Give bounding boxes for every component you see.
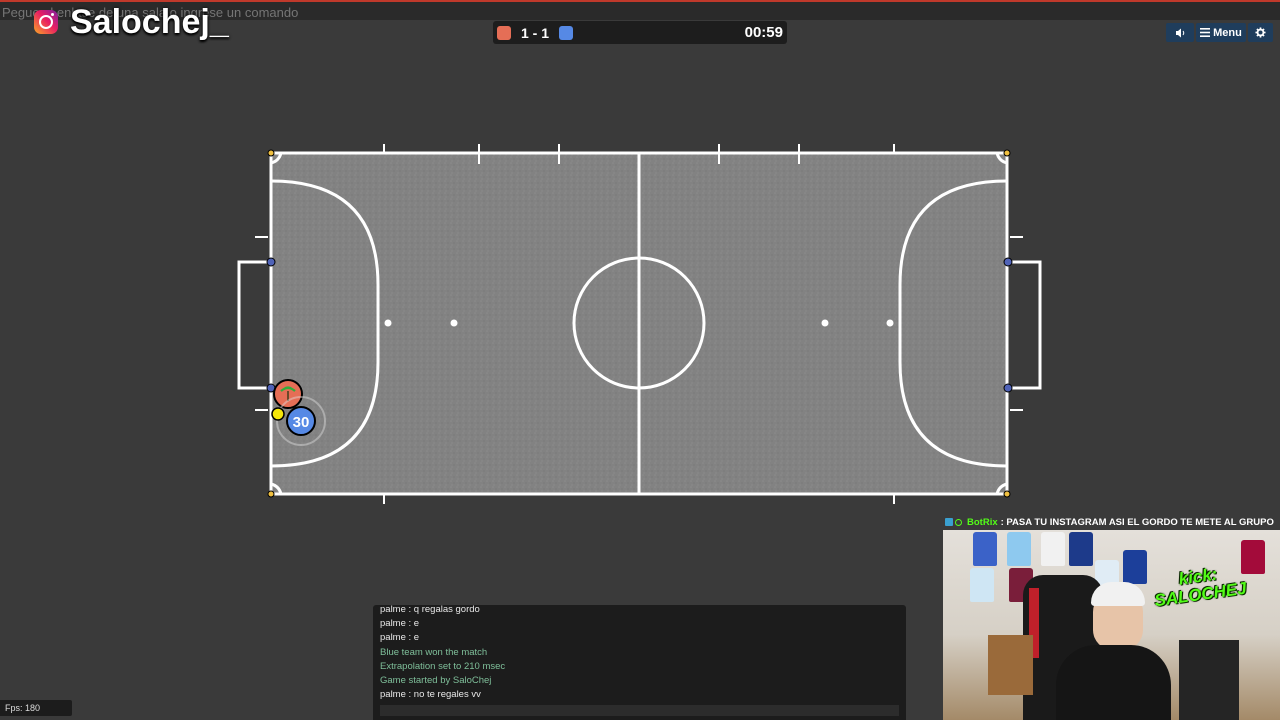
desk-cabinet	[988, 635, 1033, 695]
chat-input[interactable]	[380, 705, 899, 716]
monitor	[1179, 640, 1239, 720]
chat-line: palme : q regalas gordo	[380, 605, 480, 615]
verified-icon	[955, 518, 962, 526]
jersey	[970, 568, 994, 602]
kick-overlay: kick: SALOCHEJ	[1151, 562, 1248, 610]
jersey	[973, 532, 997, 566]
red-player	[273, 379, 303, 409]
chat-line: Game started by SaloChej	[380, 675, 492, 687]
jersey	[1007, 532, 1031, 566]
left-goal	[237, 260, 271, 390]
chat-line: palme : e	[380, 618, 420, 630]
jersey	[1069, 532, 1093, 566]
player-number: 30	[293, 414, 310, 431]
jersey	[1241, 540, 1265, 574]
person-body	[1056, 645, 1171, 720]
chat-line: palme : e	[380, 632, 420, 644]
chat-line: Extrapolation set to 210 msec	[380, 660, 506, 672]
person-cap	[1091, 582, 1145, 606]
bot-badge-icon	[945, 518, 953, 526]
jersey	[1041, 532, 1065, 566]
stream-chat-text: : PASA TU INSTAGRAM ASI EL GORDO TE METE…	[1000, 516, 1274, 528]
game-chat: palme : q regalas gordo palme : e palme : …	[373, 605, 906, 720]
chat-line: palme : no te regales vv	[380, 689, 481, 701]
jersey	[1123, 550, 1147, 584]
chat-line: Blue team won the match	[380, 646, 488, 658]
stream-chat-message: BotRix : PASA TU INSTAGRAM ASI EL GORDO …	[945, 515, 1274, 529]
right-goal	[1007, 260, 1042, 390]
stream-chat-user: BotRix	[967, 516, 998, 528]
fps-counter: Fps: 180	[0, 700, 72, 716]
chat-log: palme : q regalas gordo palme : e palme : …	[380, 605, 899, 702]
webcam-overlay: kick: SALOCHEJ	[943, 530, 1280, 720]
ball	[271, 407, 285, 421]
